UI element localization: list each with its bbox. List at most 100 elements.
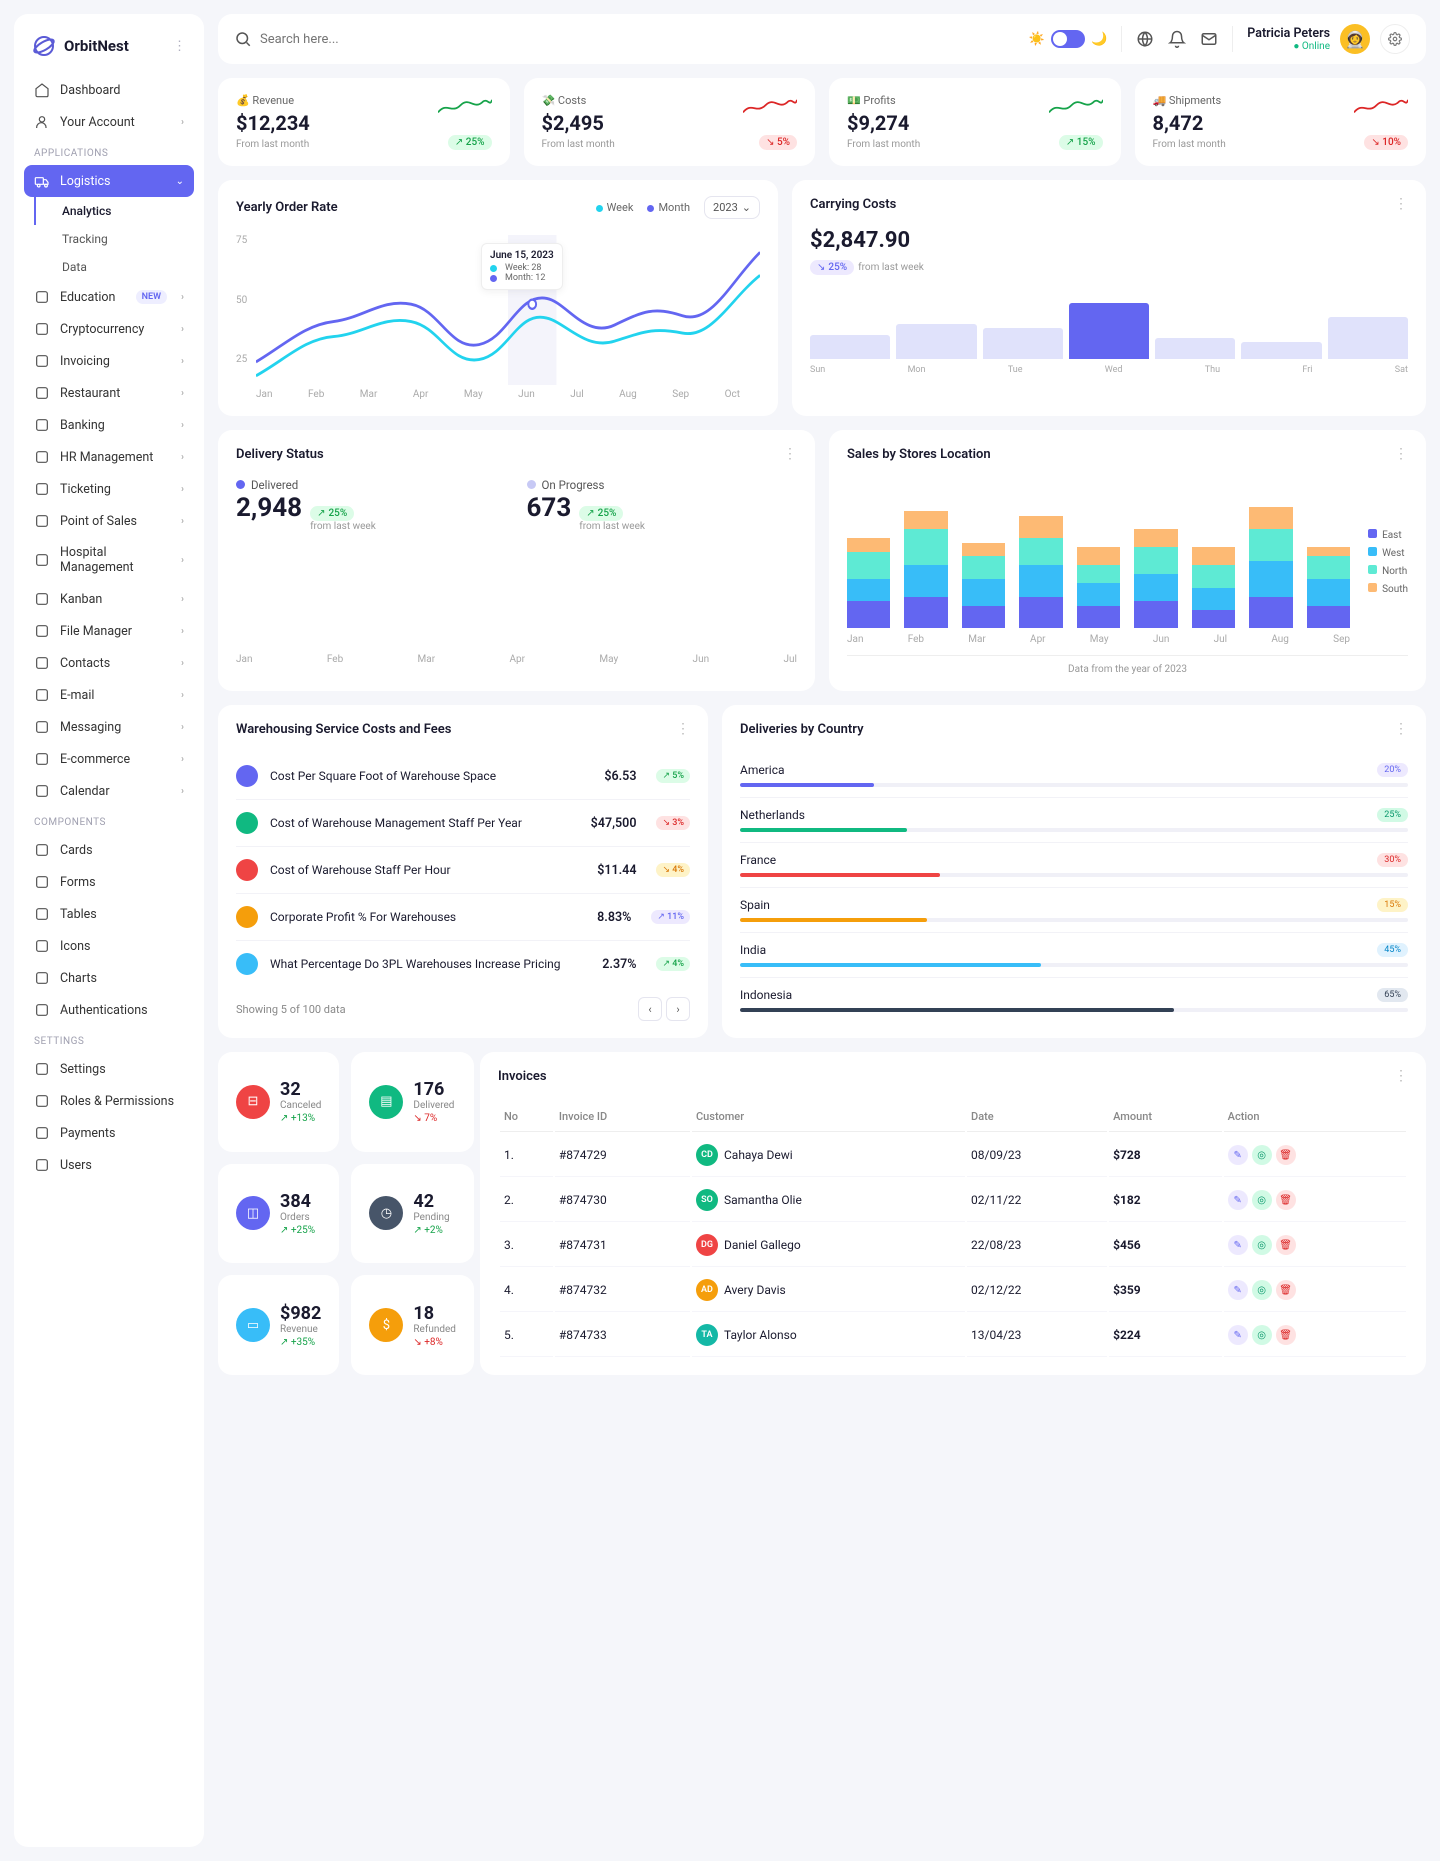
user-status: Online (1247, 41, 1330, 52)
nav-item-e-commerce[interactable]: E-commerce› (24, 743, 194, 775)
card-more-icon[interactable]: ⋮ (1394, 446, 1408, 462)
view-button[interactable]: ◎ (1252, 1190, 1272, 1210)
nav-item-dashboard[interactable]: Dashboard (24, 74, 194, 106)
grad-icon (34, 289, 50, 305)
nav-item-charts[interactable]: Charts (24, 962, 194, 994)
edit-button[interactable]: ✎ (1228, 1190, 1248, 1210)
card-more-icon[interactable]: ⋮ (1394, 1068, 1408, 1084)
nav-item-payments[interactable]: Payments (24, 1117, 194, 1149)
roles-icon (34, 1093, 50, 1109)
nav-item-authentications[interactable]: Authentications (24, 994, 194, 1026)
nav-item-forms[interactable]: Forms (24, 866, 194, 898)
nav-item-messaging[interactable]: Messaging› (24, 711, 194, 743)
nav-item-logistics[interactable]: Logistics ⌄ (24, 165, 194, 197)
bank-icon (34, 417, 50, 433)
nav-item-education[interactable]: EducationNEW› (24, 281, 194, 313)
invoice-row: 3.#874731 DGDaniel Gallego 22/08/23$456 … (500, 1224, 1406, 1267)
mini-stat-delivered: ▤ 176Delivered ↘ 7% (351, 1052, 474, 1152)
settings-button[interactable] (1380, 24, 1410, 54)
nav-item-your-account[interactable]: Your Account› (24, 106, 194, 138)
card-more-icon[interactable]: ⋮ (676, 721, 690, 737)
customer-avatar: AD (696, 1279, 718, 1301)
delete-button[interactable]: 🗑 (1276, 1190, 1296, 1210)
search-icon (234, 30, 252, 48)
chevron-icon: › (181, 388, 184, 399)
card-more-icon[interactable]: ⋮ (1394, 196, 1408, 212)
nav-item-tables[interactable]: Tables (24, 898, 194, 930)
pos-icon (34, 513, 50, 529)
year-select[interactable]: 2023 ⌄ (704, 196, 760, 219)
nav-item-settings[interactable]: Settings (24, 1053, 194, 1085)
nav-label: Settings (60, 1062, 106, 1077)
nav-item-cryptocurrency[interactable]: Cryptocurrency› (24, 313, 194, 345)
card-more-icon[interactable]: ⋮ (783, 446, 797, 462)
chevron-icon: › (181, 626, 184, 637)
globe-icon[interactable] (1136, 30, 1154, 48)
nav-label: Tables (60, 907, 97, 922)
nav-item-icons[interactable]: Icons (24, 930, 194, 962)
delete-button[interactable]: 🗑 (1276, 1235, 1296, 1255)
layers-icon: ▤ (369, 1085, 403, 1119)
user-block[interactable]: Patricia Peters Online 👩‍🚀 (1247, 24, 1410, 54)
chevron-icon: › (181, 292, 184, 303)
hr-icon (34, 449, 50, 465)
delete-button[interactable]: 🗑 (1276, 1280, 1296, 1300)
bell-icon[interactable] (1168, 30, 1186, 48)
carrying-costs-card: Carrying Costs ⋮ $2,847.90 ↘ 25%from las… (792, 180, 1426, 416)
view-button[interactable]: ◎ (1252, 1235, 1272, 1255)
next-page-button[interactable]: › (666, 997, 690, 1021)
chart-tooltip: June 15, 2023 Week: 28 Month: 12 (481, 243, 563, 290)
brand-menu-icon[interactable]: ⋮ (173, 39, 186, 54)
nav-item-restaurant[interactable]: Restaurant› (24, 377, 194, 409)
customer-avatar: CD (696, 1144, 718, 1166)
view-button[interactable]: ◎ (1252, 1280, 1272, 1300)
nav-label: Banking (60, 418, 105, 433)
invoice-row: 2.#874730 SOSamantha Olie 02/11/22$182 ✎… (500, 1179, 1406, 1222)
invoice-row: 4.#874732 ADAvery Davis 02/12/22$359 ✎ ◎… (500, 1269, 1406, 1312)
edit-button[interactable]: ✎ (1228, 1235, 1248, 1255)
chevron-icon: › (181, 555, 184, 566)
nav-item-file-manager[interactable]: File Manager› (24, 615, 194, 647)
nav-item-contacts[interactable]: Contacts› (24, 647, 194, 679)
mail-icon[interactable] (1200, 30, 1218, 48)
charts-icon (34, 970, 50, 986)
nav-item-hr-management[interactable]: HR Management› (24, 441, 194, 473)
theme-toggle: ☀️ 🌙 (1029, 30, 1107, 48)
ticket-icon (34, 481, 50, 497)
delete-button[interactable]: 🗑 (1276, 1145, 1296, 1165)
view-button[interactable]: ◎ (1252, 1325, 1272, 1345)
nav-item-banking[interactable]: Banking› (24, 409, 194, 441)
edit-button[interactable]: ✎ (1228, 1280, 1248, 1300)
sub-item-analytics[interactable]: Analytics (34, 197, 194, 225)
mini-stat-refunded: $ 18Refunded ↘ +8% (351, 1275, 474, 1375)
nav-item-cards[interactable]: Cards (24, 834, 194, 866)
nav-item-e-mail[interactable]: E-mail› (24, 679, 194, 711)
nav-label: Logistics (60, 174, 111, 189)
theme-switch[interactable] (1051, 30, 1085, 48)
nav-item-point-of-sales[interactable]: Point of Sales› (24, 505, 194, 537)
view-button[interactable]: ◎ (1252, 1145, 1272, 1165)
edit-button[interactable]: ✎ (1228, 1145, 1248, 1165)
warehouse-row: Cost of Warehouse Staff Per Hour $11.44 … (236, 847, 690, 894)
mini-stat-revenue: ▭ $982Revenue ↗ +35% (218, 1275, 339, 1375)
sub-item-data[interactable]: Data (34, 253, 194, 281)
nav-item-calendar[interactable]: Calendar› (24, 775, 194, 807)
nav-label: Contacts (60, 656, 110, 671)
nav-section-apps: APPLICATIONS (24, 138, 194, 165)
nav-item-roles-permissions[interactable]: Roles & Permissions (24, 1085, 194, 1117)
card-more-icon[interactable]: ⋮ (1394, 721, 1408, 737)
delete-button[interactable]: 🗑 (1276, 1325, 1296, 1345)
edit-button[interactable]: ✎ (1228, 1325, 1248, 1345)
chevron-icon: ⌄ (176, 176, 184, 187)
invoice-row: 1.#874729 CDCahaya Dewi 08/09/23$728 ✎ ◎… (500, 1134, 1406, 1177)
deliveries-country-card: Deliveries by Country⋮ America20% Nether… (722, 705, 1426, 1038)
nav-item-invoicing[interactable]: Invoicing› (24, 345, 194, 377)
sub-item-tracking[interactable]: Tracking (34, 225, 194, 253)
nav-item-hospital-management[interactable]: Hospital Management› (24, 537, 194, 583)
nav-item-kanban[interactable]: Kanban› (24, 583, 194, 615)
search-input[interactable] (260, 32, 1015, 47)
nav-item-users[interactable]: Users (24, 1149, 194, 1181)
med-icon (34, 552, 50, 568)
nav-item-ticketing[interactable]: Ticketing› (24, 473, 194, 505)
prev-page-button[interactable]: ‹ (638, 997, 662, 1021)
